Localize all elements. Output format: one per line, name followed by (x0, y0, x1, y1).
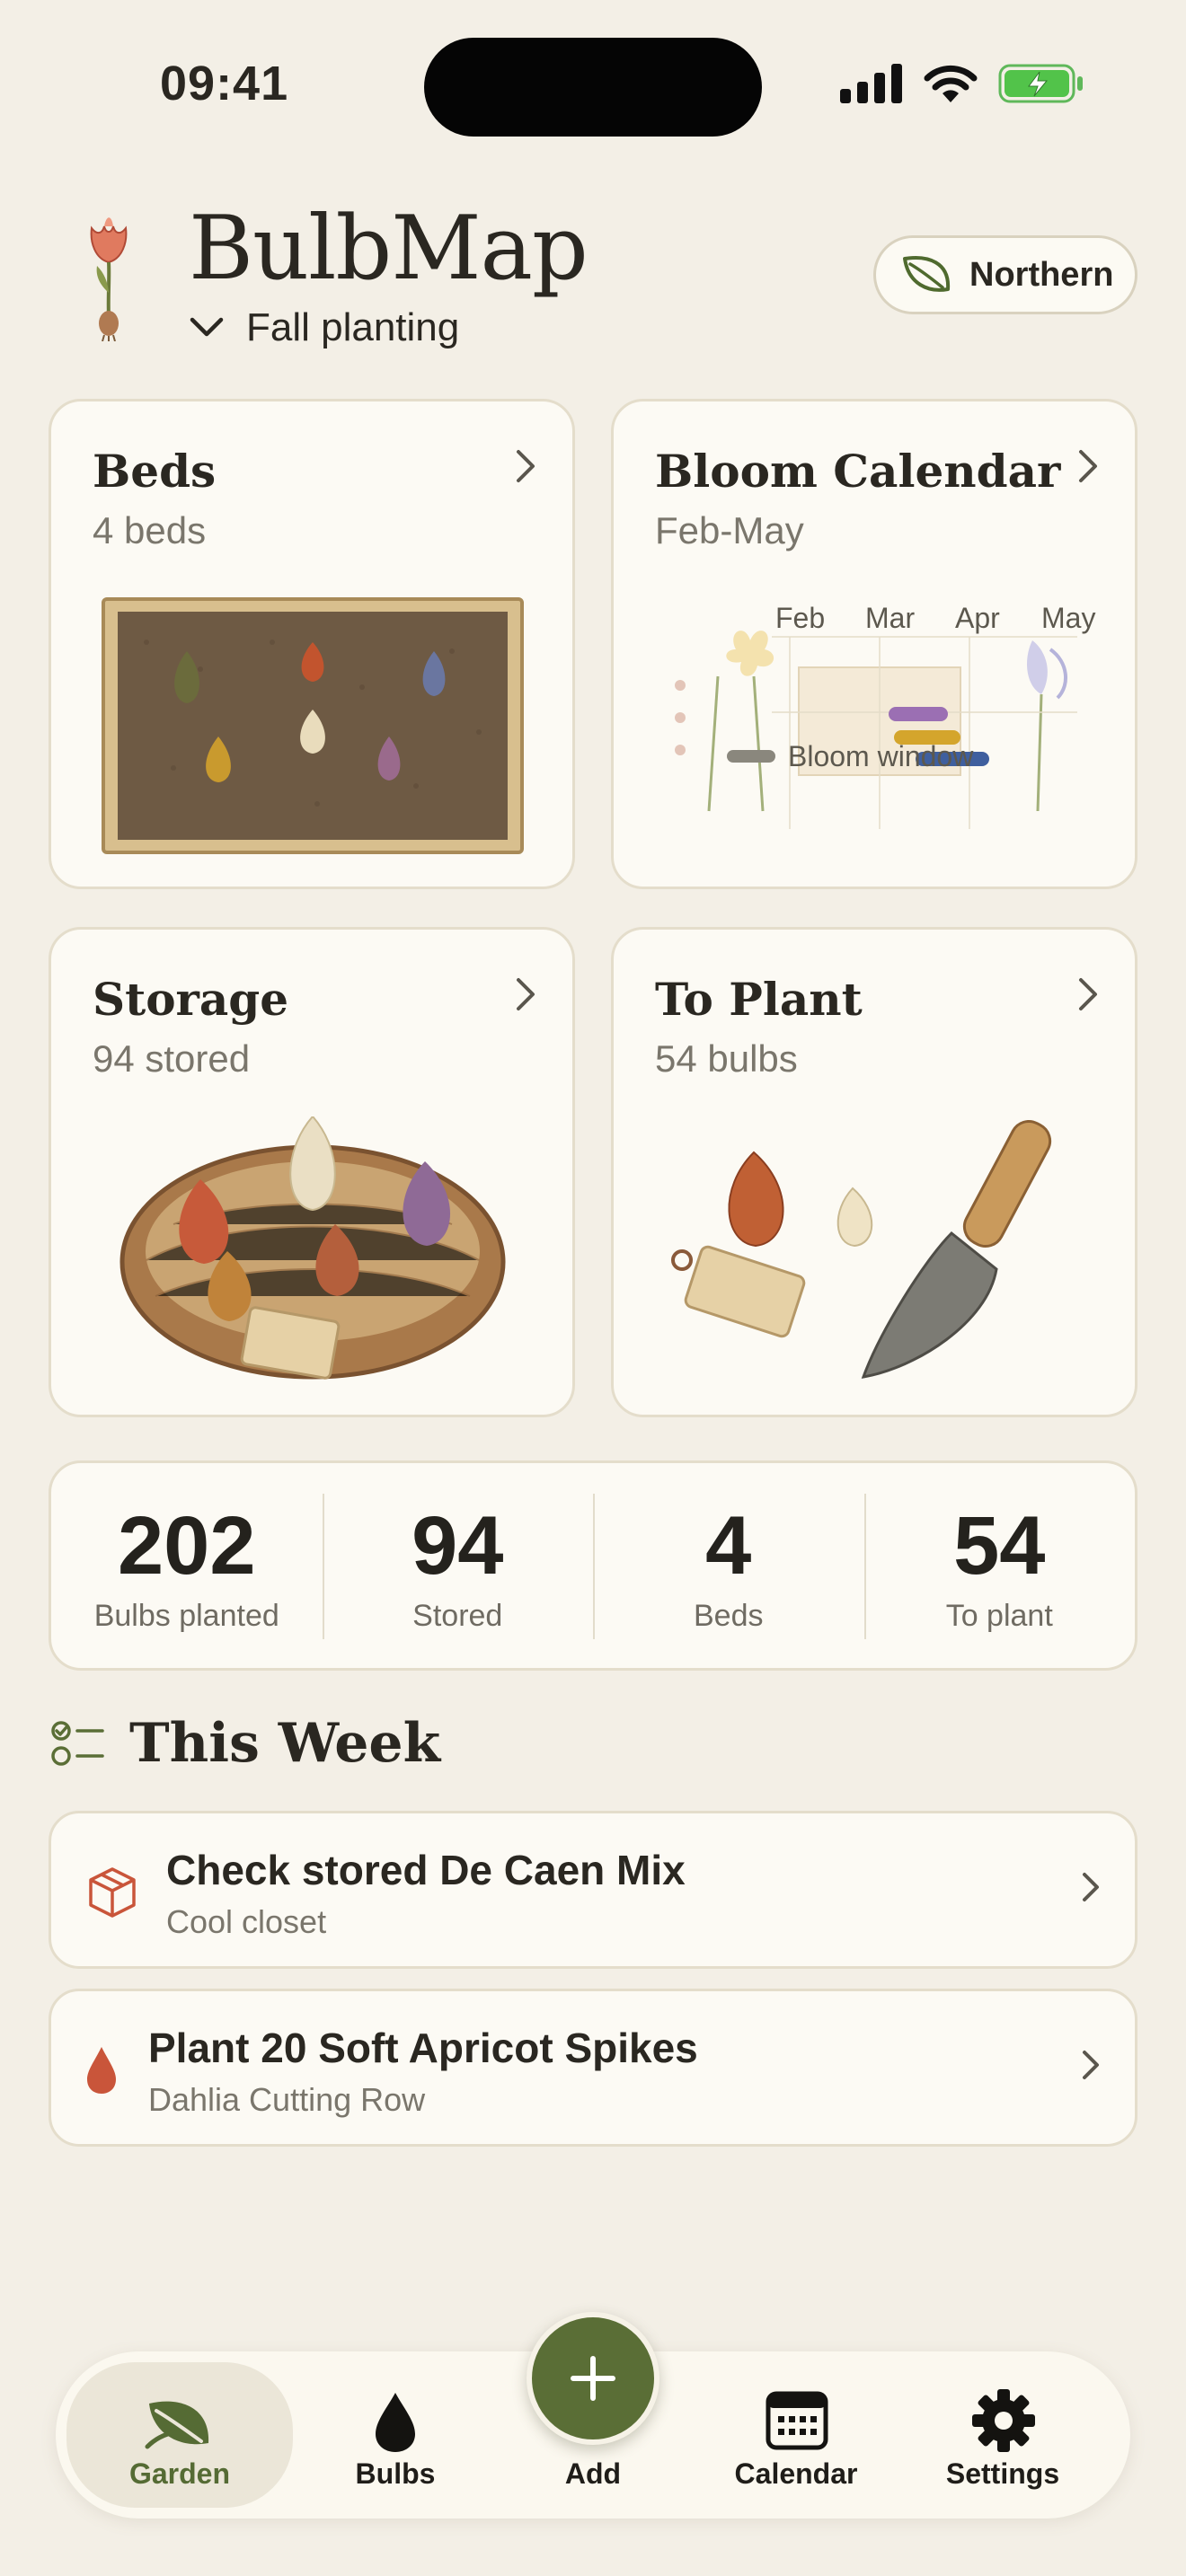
tab-label: Garden (128, 2457, 231, 2490)
stat-bulbs-planted: 202 Bulbs planted (51, 1463, 323, 1668)
box-icon (89, 1867, 136, 1918)
task-row[interactable]: Plant 20 Soft Apricot Spikes Dahlia Cutt… (49, 1989, 1137, 2147)
this-week-title: This Week (129, 1712, 441, 1775)
legend-swatch (727, 750, 775, 763)
status-bar: 09:41 (0, 0, 1186, 171)
task-subtitle: Cool closet (166, 1903, 327, 1940)
to-plant-card-subtitle: 54 bulbs (655, 1037, 798, 1080)
beds-card-title: Beds (93, 445, 217, 498)
chevron-right-icon (1083, 1873, 1099, 1901)
task-title: Check stored De Caen Mix (166, 1847, 686, 1893)
stat-value: 202 (118, 1500, 256, 1592)
month-label: May (1041, 602, 1095, 634)
stats-panel: 202 Bulbs planted 94 Stored 4 Beds 54 To… (49, 1460, 1137, 1671)
hemisphere-label: Northern (969, 255, 1114, 294)
storage-card[interactable]: Storage 94 stored (49, 927, 575, 1417)
wifi-icon (924, 65, 978, 102)
stat-value: 4 (705, 1500, 752, 1592)
season-label: Fall planting (246, 305, 460, 349)
season-selector[interactable]: Fall planting (189, 305, 459, 350)
stat-stored: 94 Stored (322, 1463, 594, 1668)
leaf-icon (145, 2401, 209, 2449)
chevron-right-icon (1083, 2051, 1099, 2079)
tab-label: Settings (945, 2457, 1060, 2490)
beds-card-subtitle: 4 beds (93, 509, 207, 551)
app-header: BulbMap Fall planting Northern (0, 180, 1186, 377)
bloom-bar-purple (889, 707, 948, 721)
stat-to-plant: 54 To plant (863, 1463, 1136, 1668)
stat-beds: 4 Beds (593, 1463, 864, 1668)
chevron-right-icon (517, 450, 535, 482)
tab-label: Bulbs (355, 2457, 436, 2490)
battery-charging-icon (998, 64, 1083, 103)
checklist-icon (51, 1721, 104, 1766)
tab-label: Add (564, 2457, 622, 2490)
legend-label: Bloom window (788, 740, 974, 772)
stat-label: Bulbs planted (93, 1599, 279, 1633)
month-label: Mar (865, 602, 915, 634)
stat-value: 94 (412, 1500, 504, 1592)
status-icons (840, 63, 1084, 104)
month-label: Feb (775, 602, 825, 634)
chevron-right-icon (517, 978, 535, 1010)
bulb-drop-icon (376, 2393, 415, 2452)
stat-label: To plant (945, 1599, 1053, 1633)
task-subtitle: Dahlia Cutting Row (148, 2081, 426, 2118)
tab-garden[interactable]: Garden (66, 2362, 293, 2508)
cellular-signal-icon (840, 64, 902, 103)
storage-card-subtitle: 94 stored (93, 1037, 251, 1080)
calendar-icon (766, 2391, 828, 2450)
bloom-calendar-card-subtitle: Feb-May (655, 509, 804, 551)
add-button[interactable] (527, 2312, 659, 2445)
stat-label: Beds (694, 1599, 764, 1633)
to-plant-card-title: To Plant (655, 973, 863, 1026)
dynamic-island (424, 38, 762, 137)
chevron-right-icon (1079, 978, 1097, 1010)
hemisphere-button[interactable]: Northern (873, 235, 1137, 314)
this-week-header: This Week (50, 1712, 440, 1775)
tab-settings[interactable]: Settings (922, 2351, 1084, 2519)
tab-bulbs[interactable]: Bulbs (325, 2351, 465, 2519)
app-title: BulbMap (189, 198, 589, 300)
trowel-bulbs-illustration (671, 1119, 1052, 1379)
tulip-logo-icon (90, 217, 128, 341)
stat-label: Stored (412, 1599, 503, 1633)
chevron-down-icon (190, 317, 224, 337)
status-time: 09:41 (160, 57, 289, 110)
task-row[interactable]: Check stored De Caen Mix Cool closet (49, 1811, 1137, 1969)
drop-icon (87, 2047, 116, 2094)
tab-label: Calendar (734, 2457, 858, 2490)
chevron-right-icon (1079, 450, 1097, 482)
bloom-calendar-card[interactable]: Bloom Calendar Feb-May Feb Mar Apr May B… (611, 399, 1137, 889)
month-label: Apr (955, 602, 1000, 634)
task-title: Plant 20 Soft Apricot Spikes (148, 2025, 698, 2071)
to-plant-card[interactable]: To Plant 54 bulbs (611, 927, 1137, 1417)
garden-bed-illustration (102, 597, 524, 854)
bloom-calendar-card-title: Bloom Calendar (655, 445, 1061, 498)
stat-value: 54 (953, 1500, 1046, 1592)
leaf-outline-icon (903, 256, 951, 292)
storage-card-title: Storage (93, 973, 289, 1026)
plus-icon (571, 2356, 615, 2401)
bloom-calendar-illustration: Feb Mar Apr May Bloom window (675, 602, 1095, 829)
tab-calendar[interactable]: Calendar (715, 2351, 877, 2519)
storage-basket-illustration (119, 1116, 506, 1380)
gear-icon (972, 2389, 1035, 2452)
beds-card[interactable]: Beds 4 beds (49, 399, 575, 889)
